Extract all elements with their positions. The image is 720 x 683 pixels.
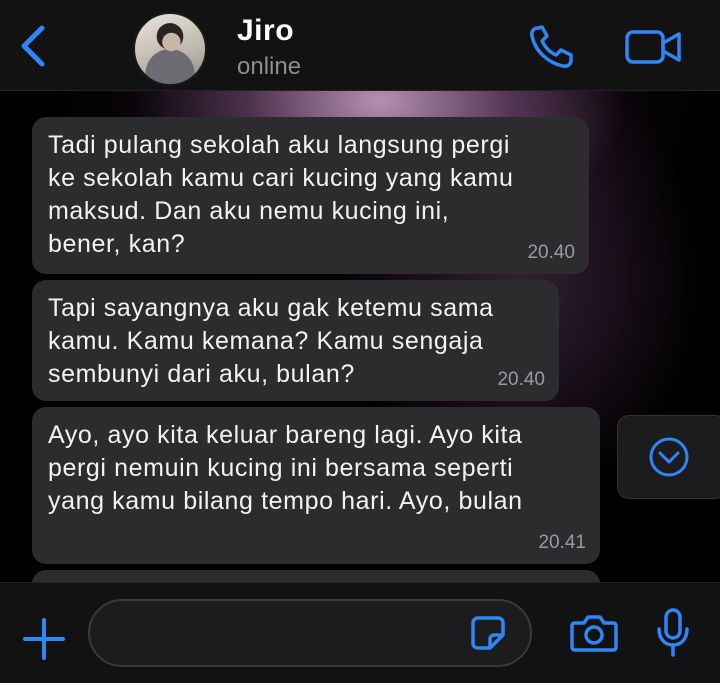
message-input-field[interactable]: [88, 599, 532, 667]
contact-name[interactable]: Jiro: [237, 14, 294, 48]
composer-bar: [0, 582, 720, 683]
message-input[interactable]: [114, 601, 464, 667]
message-bubble[interactable]: Ayo, ayo kita keluar bareng lagi. Ayo ki…: [32, 407, 600, 564]
phone-icon[interactable]: [528, 24, 576, 70]
camera-icon[interactable]: [570, 613, 618, 653]
message-bubble[interactable]: Tadi pulang sekolah aku langsung pergi k…: [32, 117, 589, 274]
back-chevron-icon[interactable]: [16, 24, 50, 68]
microphone-icon[interactable]: [655, 607, 691, 659]
message-list[interactable]: Tadi pulang sekolah aku langsung pergi k…: [0, 91, 720, 582]
plus-icon[interactable]: [22, 617, 66, 661]
chat-header: Jiro online: [0, 0, 720, 91]
message-bubble[interactable]: Tapi sayangnya aku gak ketemu sama kamu.…: [32, 280, 559, 401]
message-time: 20.41: [538, 532, 586, 553]
avatar[interactable]: [133, 12, 207, 86]
message-time: 20.40: [527, 242, 575, 263]
message-text: Tadi pulang sekolah aku langsung pergi k…: [48, 131, 514, 258]
chevron-down-circle-icon: [649, 437, 689, 477]
message-text: Ayo, ayo kita keluar bareng lagi. Ayo ki…: [48, 421, 523, 515]
video-camera-icon[interactable]: [625, 28, 683, 66]
contact-status: online: [237, 53, 302, 80]
message-bubble-partial[interactable]: [32, 570, 600, 582]
message-time: 20.40: [497, 369, 545, 390]
message-text: Tapi sayangnya aku gak ketemu sama kamu.…: [48, 294, 494, 388]
sticker-icon[interactable]: [470, 615, 506, 651]
scroll-down-button[interactable]: [617, 415, 720, 499]
